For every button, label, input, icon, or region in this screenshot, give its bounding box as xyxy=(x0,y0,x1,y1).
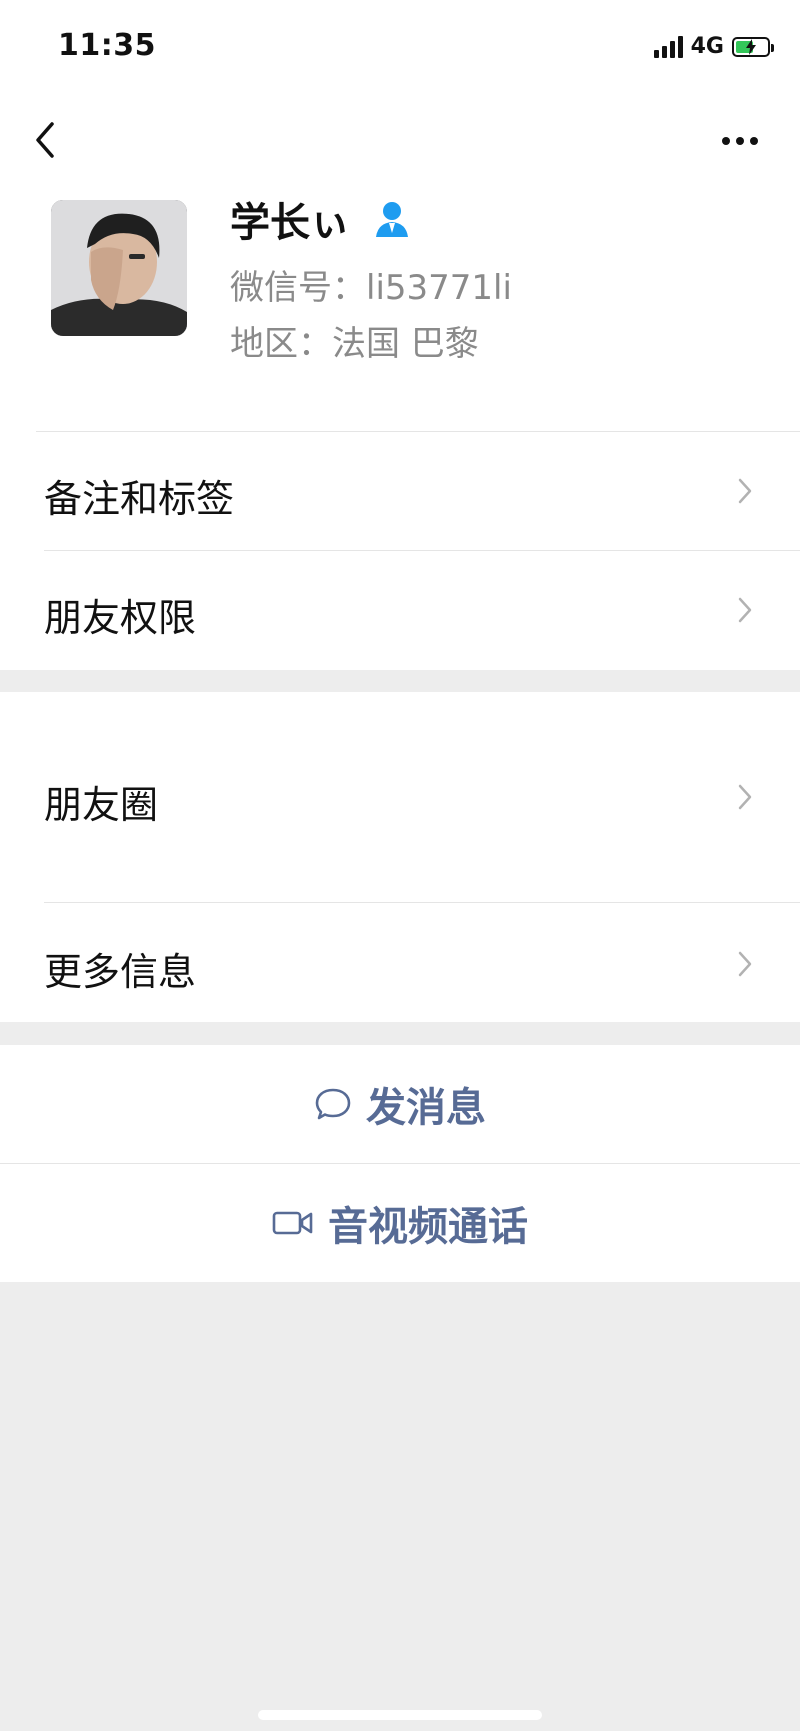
chevron-right-icon xyxy=(738,597,752,623)
name-row: 学长ぃ xyxy=(230,190,412,248)
cell-label: 备注和标签 xyxy=(44,477,235,521)
video-call-button[interactable]: 音视频通话 xyxy=(0,1164,800,1282)
cell-more-info[interactable]: 更多信息 xyxy=(0,903,800,1022)
profile-header: 学长ぃ 微信号：li53771li 地区：法国 巴黎 xyxy=(0,100,800,432)
cell-moments[interactable]: 朋友圈 xyxy=(0,692,800,902)
status-indicators: 4G xyxy=(653,34,774,59)
cell-remark-tags[interactable]: 备注和标签 xyxy=(0,432,800,550)
menu-group-2: 朋友圈 更多信息 xyxy=(0,692,800,1022)
battery-icon xyxy=(732,36,774,57)
network-type: 4G xyxy=(690,34,724,59)
avatar-photo xyxy=(51,200,187,336)
back-button[interactable] xyxy=(28,118,68,162)
wechat-id: 微信号：li53771li xyxy=(230,268,512,308)
home-indicator[interactable] xyxy=(258,1710,542,1720)
contact-name: 学长ぃ xyxy=(230,200,350,246)
chevron-right-icon xyxy=(738,784,752,810)
status-time: 11:35 xyxy=(58,28,156,63)
back-arrow-icon xyxy=(36,122,54,158)
cell-label: 朋友圈 xyxy=(44,783,159,827)
menu-group-1: 备注和标签 朋友权限 xyxy=(0,432,800,670)
region: 地区：法国 巴黎 xyxy=(230,324,479,364)
signal-icon xyxy=(653,35,683,58)
status-bar: 11:35 4G xyxy=(0,0,800,100)
send-message-button[interactable]: 发消息 xyxy=(0,1045,800,1163)
avatar[interactable] xyxy=(51,200,187,336)
more-button[interactable] xyxy=(722,134,762,148)
cell-friend-permissions[interactable]: 朋友权限 xyxy=(0,551,800,670)
chevron-right-icon xyxy=(738,478,752,504)
more-dots-icon xyxy=(722,137,730,145)
video-camera-icon xyxy=(272,1211,313,1235)
cell-label: 更多信息 xyxy=(44,950,197,994)
send-message-label: 发消息 xyxy=(366,1085,486,1131)
chevron-right-icon xyxy=(738,951,752,977)
contact-person-icon xyxy=(376,202,408,237)
video-call-label: 音视频通话 xyxy=(328,1204,528,1250)
chat-bubble-icon xyxy=(315,1088,351,1120)
cell-label: 朋友权限 xyxy=(44,596,197,640)
